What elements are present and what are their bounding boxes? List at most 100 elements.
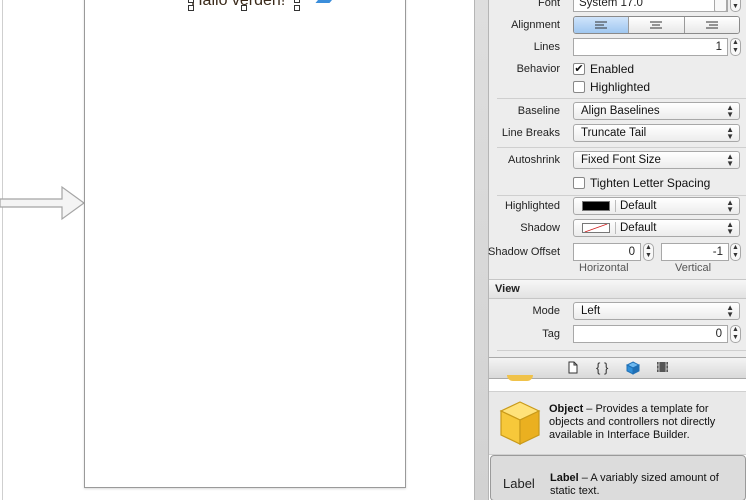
highlighted-color-label: Highlighted bbox=[504, 200, 560, 212]
separator bbox=[497, 147, 746, 148]
partial-item-icon bbox=[507, 375, 533, 381]
view-section-header[interactable]: View bbox=[489, 279, 746, 299]
shadow-offset-vertical-field[interactable]: -1 bbox=[661, 243, 729, 261]
tag-label: Tag bbox=[542, 328, 560, 340]
storyboard-canvas[interactable]: Hallo verden! bbox=[0, 0, 474, 500]
lines-value: 1 bbox=[715, 41, 722, 53]
autoshrink-label: Autoshrink bbox=[508, 154, 560, 166]
alignment-label: Alignment bbox=[511, 19, 560, 31]
popup-arrows-icon: ▲ ▼ bbox=[726, 220, 734, 236]
file-template-icon[interactable] bbox=[567, 361, 579, 374]
lines-row: Lines 1 ▲ ▼ bbox=[489, 37, 746, 59]
separator bbox=[497, 98, 746, 99]
baseline-value: Align Baselines bbox=[581, 105, 660, 117]
horizontal-stepper[interactable]: ▲ ▼ bbox=[643, 243, 654, 261]
tighten-label: Tighten Letter Spacing bbox=[590, 176, 711, 190]
code-snippet-icon[interactable]: { } bbox=[596, 360, 608, 375]
shadow-value: Default bbox=[620, 222, 657, 234]
behavior-label: Behavior bbox=[516, 63, 560, 75]
separator bbox=[497, 350, 746, 351]
line-breaks-label: Line Breaks bbox=[501, 127, 560, 139]
media-icon[interactable] bbox=[656, 361, 669, 373]
align-right-icon bbox=[705, 21, 718, 28]
label-title: Label bbox=[550, 472, 579, 484]
line-breaks-value: Truncate Tail bbox=[581, 127, 647, 139]
horizontal-caption: Horizontal bbox=[579, 262, 629, 274]
split-divider[interactable] bbox=[474, 0, 489, 500]
tag-stepper[interactable]: ▲ ▼ bbox=[730, 325, 741, 343]
popup-arrows-icon: ▲ ▼ bbox=[726, 198, 734, 214]
object-description: Object – Provides a template for objects… bbox=[549, 403, 739, 442]
tighten-row: Tighten Letter Spacing bbox=[489, 173, 746, 195]
resize-handle-left[interactable] bbox=[188, 0, 194, 3]
swatch-divider bbox=[615, 222, 616, 234]
swatch-divider bbox=[615, 200, 616, 212]
enabled-checkbox[interactable]: ✔ bbox=[573, 63, 585, 75]
resize-handle-bottom[interactable] bbox=[241, 5, 247, 11]
vertical-stepper[interactable]: ▲ ▼ bbox=[730, 243, 741, 261]
resize-handle-right[interactable] bbox=[294, 0, 300, 3]
entry-point-arrow-icon bbox=[0, 185, 86, 221]
popup-arrows-icon: ▲ ▼ bbox=[726, 125, 734, 141]
vertical-caption: Vertical bbox=[675, 262, 712, 274]
canvas-edge-line bbox=[2, 0, 3, 500]
highlighted-label: Highlighted bbox=[590, 80, 651, 94]
resize-handle-bottom-left[interactable] bbox=[188, 5, 194, 11]
object-library: Object – Provides a template for objects… bbox=[489, 375, 746, 500]
popup-arrows-icon: ▲ ▼ bbox=[726, 152, 734, 168]
tighten-checkbox[interactable] bbox=[573, 177, 585, 189]
shadow-offset-label: Shadow Offset bbox=[488, 246, 560, 258]
highlighted-color-popup[interactable]: Default ▲ ▼ bbox=[573, 197, 740, 215]
shadow-offset-row: Shadow Offset 0 ▲ ▼ -1 ▲ ▼ Horizontal Vert… bbox=[488, 242, 746, 274]
object-cube-icon bbox=[499, 401, 541, 445]
library-item-object[interactable]: Object – Provides a template for objects… bbox=[489, 391, 746, 455]
shadow-offset-vertical-value: -1 bbox=[712, 246, 723, 258]
resize-handle-bottom-right[interactable] bbox=[294, 5, 300, 11]
object-title: Object bbox=[549, 403, 584, 415]
line-breaks-row: Line Breaks Truncate Tail ▲ ▼ bbox=[489, 123, 746, 145]
enabled-label: Enabled bbox=[590, 62, 635, 76]
tag-field[interactable]: 0 bbox=[573, 325, 728, 343]
attributes-inspector: Font System 17.0 T ▲▼ Alignment Lines 1 … bbox=[488, 0, 746, 357]
align-right-button[interactable] bbox=[684, 17, 739, 33]
view-controller-scene[interactable] bbox=[84, 0, 406, 488]
alignment-row: Alignment bbox=[489, 0, 746, 34]
baseline-row: Baseline Align Baselines ▲ ▼ bbox=[489, 101, 746, 123]
highlighted-checkbox[interactable] bbox=[573, 81, 585, 93]
shadow-offset-horizontal-field[interactable]: 0 bbox=[573, 243, 641, 261]
shadow-label: Shadow bbox=[520, 222, 560, 234]
object-icon[interactable] bbox=[626, 361, 640, 375]
lines-field[interactable]: 1 bbox=[573, 38, 728, 56]
align-left-button[interactable] bbox=[574, 17, 630, 33]
label-icon-text: Label bbox=[503, 476, 535, 491]
alignment-segmented-control[interactable] bbox=[573, 16, 740, 34]
tag-row: Tag 0 ▲ ▼ bbox=[489, 324, 746, 346]
mode-value: Left bbox=[581, 305, 601, 317]
no-color-swatch-icon bbox=[582, 223, 610, 233]
lines-stepper[interactable]: ▲ ▼ bbox=[730, 38, 741, 56]
lines-label: Lines bbox=[533, 41, 560, 53]
baseline-popup[interactable]: Align Baselines ▲ ▼ bbox=[573, 102, 740, 120]
align-center-icon bbox=[650, 21, 663, 28]
line-breaks-popup[interactable]: Truncate Tail ▲ ▼ bbox=[573, 124, 740, 142]
autoshrink-popup[interactable]: Fixed Font Size ▲ ▼ bbox=[573, 151, 740, 169]
tag-value: 0 bbox=[715, 328, 722, 340]
selected-label[interactable]: Hallo verden! bbox=[188, 0, 300, 11]
autoshrink-row: Autoshrink Fixed Font Size ▲ ▼ bbox=[489, 150, 746, 172]
popup-arrows-icon: ▲ ▼ bbox=[726, 103, 734, 119]
baseline-label: Baseline bbox=[517, 105, 560, 117]
label-description: Label – A variably sized amount of stati… bbox=[550, 472, 740, 498]
library-item-label[interactable]: Label Label – A variably sized amount of… bbox=[490, 455, 746, 500]
shadow-color-popup[interactable]: Default ▲ ▼ bbox=[573, 219, 740, 237]
mode-popup[interactable]: Left ▲ ▼ bbox=[573, 302, 740, 320]
black-swatch-icon bbox=[582, 201, 610, 211]
highlighted-color-row: Highlighted Default ▲ ▼ bbox=[489, 196, 746, 218]
align-left-icon bbox=[595, 21, 608, 28]
highlighted-color-value: Default bbox=[620, 200, 657, 212]
mode-row: Mode Left ▲ ▼ bbox=[489, 301, 746, 323]
popup-arrows-icon: ▲ ▼ bbox=[726, 303, 734, 319]
align-center-button[interactable] bbox=[629, 17, 685, 33]
shadow-offset-horizontal-value: 0 bbox=[628, 246, 635, 258]
autoshrink-value: Fixed Font Size bbox=[581, 154, 661, 166]
highlighted-row: Highlighted bbox=[489, 77, 746, 99]
